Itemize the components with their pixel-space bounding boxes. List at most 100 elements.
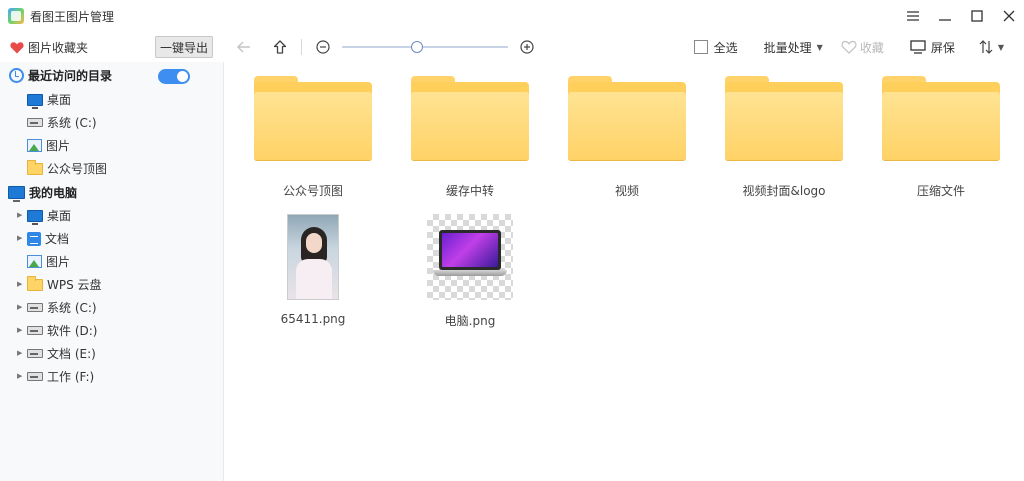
monitor-outline-icon bbox=[910, 40, 926, 54]
expand-arrow-icon[interactable]: ▶ bbox=[17, 280, 22, 288]
laptop-thumbnail bbox=[427, 214, 513, 300]
favorites-button[interactable]: 图片收藏夹 bbox=[10, 39, 155, 56]
sidebar-computer-item[interactable]: 工作 (F:) bbox=[27, 365, 94, 388]
sidebar-recent-item[interactable]: 系统 (C:) bbox=[27, 111, 97, 134]
sidebar-computer-item[interactable]: 图片 bbox=[27, 250, 70, 273]
sidebar-computer-item[interactable]: 文档 bbox=[27, 227, 69, 250]
drive-icon bbox=[27, 372, 43, 381]
favorites-label: 图片收藏夹 bbox=[28, 40, 89, 55]
portrait-thumbnail bbox=[287, 214, 339, 300]
sidebar-computer-item[interactable]: 软件 (D:) bbox=[27, 319, 97, 342]
expand-arrow-icon[interactable]: ▶ bbox=[17, 211, 22, 219]
file-name: 65411.png bbox=[280, 312, 346, 326]
title-bar: 看图王图片管理 bbox=[0, 0, 1024, 32]
recent-section-header[interactable]: 最近访问的目录 bbox=[0, 64, 224, 87]
sidebar-item-label: 图片 bbox=[46, 255, 71, 269]
caret-down-icon: ▼ bbox=[997, 42, 1004, 52]
folder-icon bbox=[411, 76, 529, 160]
expand-arrow-icon[interactable]: ▶ bbox=[17, 372, 22, 380]
folder-name: 公众号顶图 bbox=[282, 184, 343, 198]
monitor-icon bbox=[27, 93, 43, 109]
back-arrow-icon[interactable] bbox=[233, 36, 255, 58]
expand-arrow-icon[interactable]: ▶ bbox=[17, 326, 22, 334]
clock-icon bbox=[9, 68, 24, 83]
zoom-out-icon[interactable] bbox=[312, 36, 334, 58]
sidebar-recent-item[interactable]: 桌面 bbox=[27, 88, 71, 111]
document-icon bbox=[27, 231, 41, 246]
favorite-label: 收藏 bbox=[859, 40, 884, 55]
toolbar: 图片收藏夹 一键导出 全选 批量处理 ▼ 收藏 屏保 ▼ bbox=[0, 32, 1024, 62]
batch-process-dropdown[interactable]: 批量处理 ▼ bbox=[764, 39, 823, 56]
sidebar-item-label: 工作 (F:) bbox=[47, 370, 95, 384]
close-icon[interactable] bbox=[994, 0, 1024, 32]
folder-name: 视频 bbox=[614, 184, 639, 198]
expand-arrow-icon[interactable]: ▶ bbox=[17, 234, 22, 242]
zoom-slider[interactable] bbox=[342, 40, 508, 54]
toolbar-right: 全选 批量处理 ▼ 收藏 屏保 ▼ bbox=[693, 32, 1024, 62]
window-controls bbox=[896, 0, 1024, 32]
sidebar-item-label: 系统 (C:) bbox=[47, 116, 97, 130]
menu-icon[interactable] bbox=[898, 0, 928, 32]
sort-dropdown[interactable]: ▼ bbox=[979, 40, 1004, 54]
zoom-slider-track bbox=[342, 46, 508, 48]
file-grid: 公众号顶图 缓存中转 视频 视频封面&logo 压缩文件 65411.png 电… bbox=[225, 62, 1024, 481]
file-name: 电脑.png bbox=[444, 314, 496, 328]
drive-icon bbox=[27, 349, 43, 358]
monitor-icon bbox=[27, 209, 43, 225]
screensaver-label: 屏保 bbox=[930, 40, 955, 55]
image-icon bbox=[27, 139, 42, 152]
toolbar-divider bbox=[301, 39, 302, 55]
heart-icon bbox=[10, 41, 24, 53]
drive-icon bbox=[27, 118, 43, 127]
sidebar-item-label: 系统 (C:) bbox=[47, 301, 97, 315]
sidebar-item-label: 软件 (D:) bbox=[47, 324, 98, 338]
image-icon bbox=[27, 255, 42, 268]
drive-icon bbox=[27, 303, 43, 312]
zoom-slider-thumb[interactable] bbox=[411, 41, 423, 53]
sidebar-computer-item[interactable]: 系统 (C:) bbox=[27, 296, 97, 319]
folder-name: 压缩文件 bbox=[916, 184, 965, 198]
expand-arrow-icon[interactable]: ▶ bbox=[17, 303, 22, 311]
sidebar-recent-item[interactable]: 公众号顶图 bbox=[27, 157, 107, 180]
computer-section-header[interactable]: 我的电脑 bbox=[0, 181, 224, 204]
folder-icon bbox=[254, 76, 372, 160]
drive-icon bbox=[27, 326, 43, 335]
expand-arrow-icon[interactable]: ▶ bbox=[17, 349, 22, 357]
caret-down-icon: ▼ bbox=[816, 42, 823, 52]
sidebar: 最近访问的目录 桌面 系统 (C:) 图片 公众号顶图 我的电脑 ▶ 桌面 ▶ … bbox=[0, 62, 224, 481]
sidebar-item-label: 桌面 bbox=[47, 93, 72, 107]
up-folder-icon[interactable] bbox=[269, 36, 291, 58]
favorite-button[interactable]: 收藏 bbox=[841, 39, 884, 56]
folder-icon bbox=[27, 275, 43, 291]
batch-process-label: 批量处理 bbox=[763, 40, 812, 55]
folder-icon bbox=[725, 76, 843, 160]
select-all-label: 全选 bbox=[713, 40, 738, 55]
folder-icon bbox=[27, 159, 43, 175]
sidebar-item-label: 文档 (E:) bbox=[47, 347, 96, 361]
app-logo-icon bbox=[8, 8, 24, 24]
folder-icon bbox=[882, 76, 1000, 160]
computer-icon bbox=[8, 186, 25, 202]
sidebar-computer-item[interactable]: WPS 云盘 bbox=[27, 273, 102, 296]
export-button[interactable]: 一键导出 bbox=[155, 36, 213, 58]
folder-icon bbox=[568, 76, 686, 160]
sidebar-item-label: 图片 bbox=[46, 139, 71, 153]
recent-toggle[interactable] bbox=[158, 69, 190, 84]
sidebar-computer-item[interactable]: 文档 (E:) bbox=[27, 342, 96, 365]
app-title: 看图王图片管理 bbox=[30, 9, 115, 24]
sidebar-computer-item[interactable]: 桌面 bbox=[27, 204, 71, 227]
screensaver-button[interactable]: 屏保 bbox=[910, 39, 955, 56]
folder-name: 缓存中转 bbox=[445, 184, 494, 198]
maximize-icon[interactable] bbox=[962, 0, 992, 32]
sort-icon bbox=[979, 40, 993, 54]
select-all-checkbox[interactable]: 全选 bbox=[693, 39, 738, 56]
recent-section-title: 最近访问的目录 bbox=[28, 69, 113, 83]
zoom-in-icon[interactable] bbox=[516, 36, 538, 58]
folder-name: 视频封面&logo bbox=[742, 184, 826, 198]
checkbox-box bbox=[693, 40, 708, 54]
sidebar-recent-item[interactable]: 图片 bbox=[27, 134, 70, 157]
heart-outline-icon bbox=[841, 40, 857, 54]
minimize-icon[interactable] bbox=[930, 0, 960, 32]
computer-section-title: 我的电脑 bbox=[29, 186, 78, 200]
sidebar-item-label: 文档 bbox=[45, 232, 70, 246]
